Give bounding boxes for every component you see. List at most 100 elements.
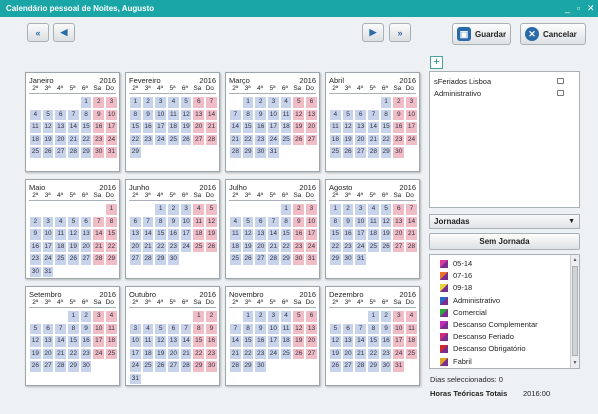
day-cell[interactable]: 4 [30,109,41,120]
day-cell[interactable]: 17 [268,122,279,133]
day-cell[interactable]: 25 [168,134,179,145]
day-cell[interactable]: 27 [355,147,367,158]
day-cell[interactable]: 26 [242,254,254,265]
day-cell[interactable]: 6 [306,311,317,322]
day-cell[interactable]: 20 [42,348,54,359]
day-cell[interactable]: 26 [293,134,305,145]
day-cell[interactable]: 10 [155,109,167,120]
day-cell[interactable]: 10 [106,109,117,120]
day-cell[interactable]: 1 [280,204,292,215]
day-cell[interactable]: 6 [393,204,405,215]
day-cell[interactable]: 11 [280,109,292,120]
day-cell[interactable]: 13 [130,229,141,240]
day-cell[interactable]: 24 [306,241,317,252]
day-cell[interactable]: 28 [355,361,367,372]
day-cell[interactable]: 17 [130,348,141,359]
day-cell[interactable]: 23 [342,241,354,252]
day-cell[interactable]: 7 [230,323,241,334]
day-cell[interactable]: 30 [93,147,105,158]
day-cell[interactable]: 19 [206,229,217,240]
day-cell[interactable]: 18 [280,122,292,133]
day-cell[interactable]: 21 [55,348,67,359]
day-cell[interactable]: 12 [330,336,341,347]
day-cell[interactable]: 7 [93,216,105,227]
day-cell[interactable]: 25 [330,147,341,158]
day-cell[interactable]: 23 [142,134,154,145]
day-cell[interactable]: 22 [68,348,79,359]
day-cell[interactable]: 23 [93,134,105,145]
day-cell[interactable]: 22 [193,348,205,359]
day-cell[interactable]: 18 [193,229,205,240]
day-cell[interactable]: 25 [406,348,417,359]
day-cell[interactable]: 18 [106,336,117,347]
day-cell[interactable]: 1 [242,311,254,322]
day-cell[interactable]: 30 [342,254,354,265]
day-cell[interactable]: 17 [93,336,105,347]
jornada-item[interactable]: Descanso Obrigatório [440,344,526,354]
day-cell[interactable]: 3 [268,311,279,322]
day-cell[interactable]: 10 [130,336,141,347]
day-cell[interactable]: 22 [155,241,167,252]
day-cell[interactable]: 9 [342,216,354,227]
day-cell[interactable]: 19 [30,348,41,359]
day-cell[interactable]: 13 [306,323,317,334]
day-cell[interactable]: 30 [393,147,405,158]
day-cell[interactable]: 15 [80,122,92,133]
restore-icon[interactable]: ▫ [577,0,580,17]
day-cell[interactable]: 11 [142,336,154,347]
day-cell[interactable]: 31 [393,361,405,372]
day-cell[interactable]: 23 [255,134,267,145]
day-cell[interactable]: 10 [93,323,105,334]
day-cell[interactable]: 29 [106,254,117,265]
day-cell[interactable]: 15 [68,336,79,347]
save-button[interactable]: ▣ Guardar [452,23,511,45]
day-cell[interactable]: 26 [293,348,305,359]
day-cell[interactable]: 2 [30,216,41,227]
day-cell[interactable]: 11 [230,229,241,240]
day-cell[interactable]: 2 [255,97,267,108]
day-cell[interactable]: 9 [168,216,179,227]
day-cell[interactable]: 5 [293,97,305,108]
day-cell[interactable]: 3 [93,311,105,322]
day-cell[interactable]: 16 [93,122,105,133]
day-cell[interactable]: 10 [406,109,417,120]
day-cell[interactable]: 13 [80,229,92,240]
day-cell[interactable]: 3 [355,204,367,215]
day-cell[interactable]: 18 [30,134,41,145]
day-cell[interactable]: 8 [106,216,117,227]
day-cell[interactable]: 12 [68,229,79,240]
day-cell[interactable]: 2 [393,97,405,108]
day-cell[interactable]: 11 [406,323,417,334]
day-cell[interactable]: 13 [55,122,67,133]
day-cell[interactable]: 3 [306,204,317,215]
day-cell[interactable]: 4 [280,97,292,108]
day-cell[interactable]: 12 [293,323,305,334]
day-cell[interactable]: 21 [180,348,192,359]
day-cell[interactable]: 3 [106,97,117,108]
day-cell[interactable]: 28 [230,361,241,372]
day-cell[interactable]: 15 [106,229,117,240]
day-cell[interactable]: 10 [42,229,54,240]
day-cell[interactable]: 15 [368,336,379,347]
day-cell[interactable]: 6 [255,216,267,227]
day-cell[interactable]: 8 [80,109,92,120]
day-cell[interactable]: 8 [380,109,392,120]
day-cell[interactable]: 21 [93,241,105,252]
day-cell[interactable]: 19 [293,122,305,133]
day-cell[interactable]: 26 [68,254,79,265]
day-cell[interactable]: 27 [55,147,67,158]
day-cell[interactable]: 16 [393,122,405,133]
day-cell[interactable]: 30 [293,254,305,265]
day-cell[interactable]: 18 [142,348,154,359]
day-cell[interactable]: 8 [280,216,292,227]
jornada-item[interactable]: 09-18 [440,283,472,293]
remove-calendar-icon[interactable] [557,90,564,96]
day-cell[interactable]: 25 [368,241,379,252]
day-cell[interactable]: 4 [330,109,341,120]
day-cell[interactable]: 28 [230,147,241,158]
day-cell[interactable]: 2 [206,311,217,322]
day-cell[interactable]: 9 [80,323,92,334]
day-cell[interactable]: 2 [380,311,392,322]
jornada-item[interactable]: Descanso Feriado [440,332,514,342]
day-cell[interactable]: 12 [380,216,392,227]
